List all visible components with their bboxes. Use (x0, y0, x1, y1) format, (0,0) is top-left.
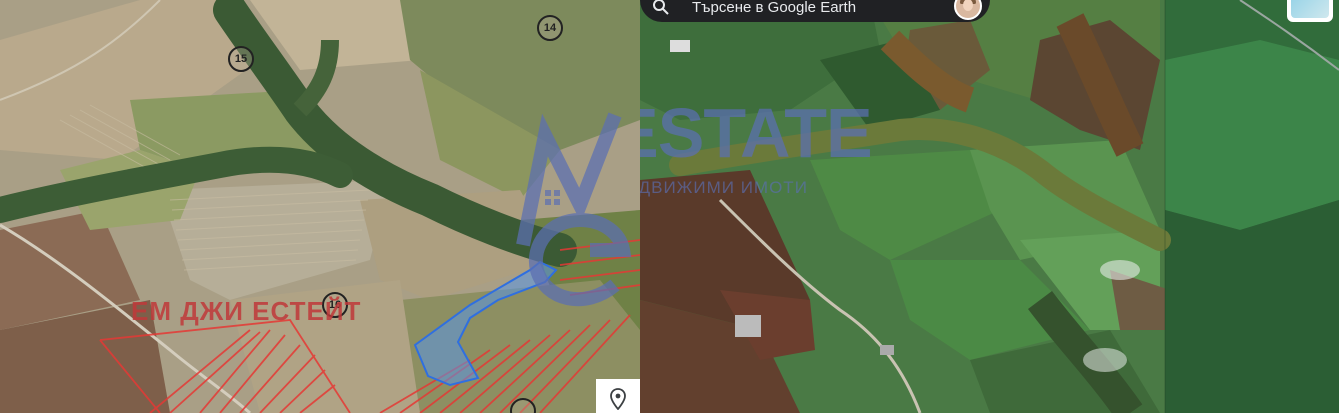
search-input[interactable]: Търсене в Google Earth (692, 0, 856, 16)
search-icon[interactable] (652, 0, 670, 16)
parcel-label: 14 (537, 15, 563, 41)
user-avatar[interactable] (954, 0, 982, 20)
location-pin-icon (610, 388, 626, 410)
google-earth-view[interactable]: ESTATE НЕДВИЖИМИ ИМОТИ (640, 0, 1339, 413)
map-layers-icon (1291, 0, 1329, 18)
location-pin-button[interactable] (596, 379, 640, 413)
satellite-image (640, 0, 1339, 413)
agency-logo-emblem (516, 112, 632, 307)
agency-logo-subtitle: НЕДВИЖИМИ ИМОТИ (640, 178, 808, 197)
cadastral-map-view[interactable]: 15 14 16 ЕМ ДЖИ ЕСТЕЙТ (0, 0, 640, 413)
agency-logo-text: ESTATE (640, 94, 873, 172)
map-layers-button[interactable] (1287, 0, 1333, 22)
agency-watermark: ЕМ ДЖИ ЕСТЕЙТ (131, 296, 362, 326)
parcel-label: 15 (228, 46, 254, 72)
search-bar[interactable]: Търсене в Google Earth (640, 0, 990, 22)
